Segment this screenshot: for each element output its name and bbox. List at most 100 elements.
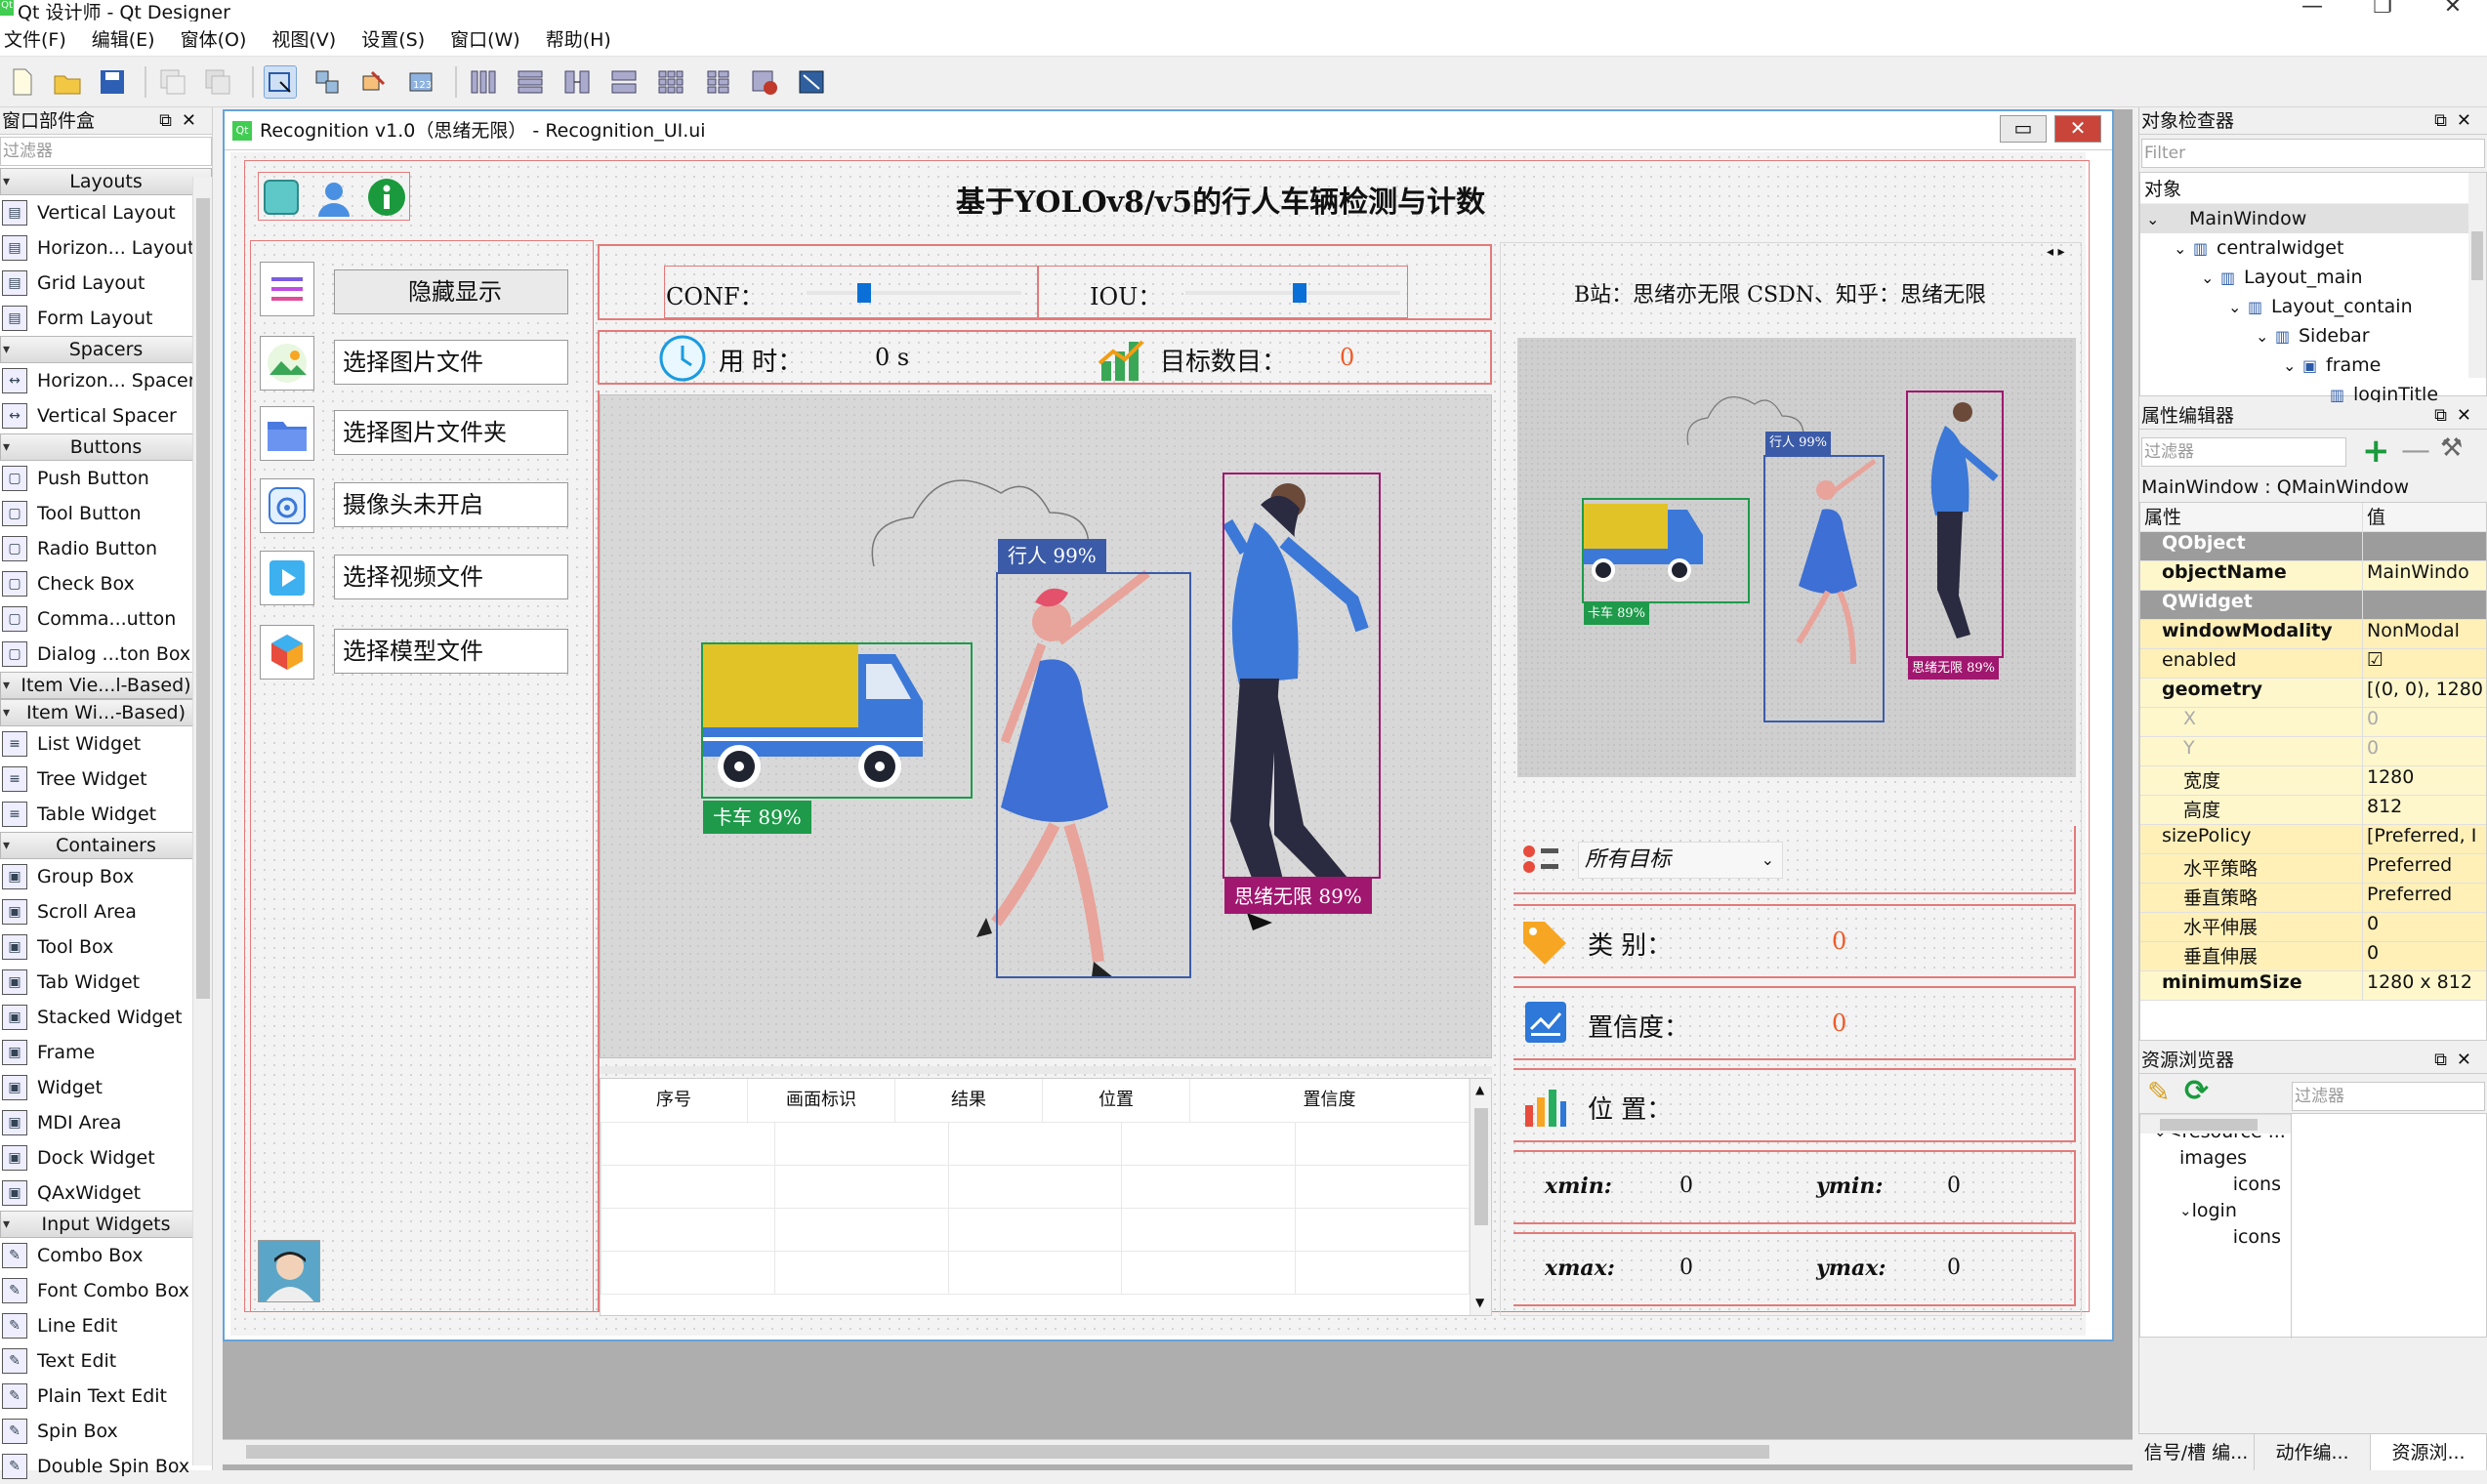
object-tree-item[interactable]: ⌄ ▣ frame [2140,350,2486,380]
widget-item[interactable]: ≡ List Widget [0,726,212,762]
reload-icon[interactable]: ⟳ [2184,1074,2209,1108]
widget-item[interactable]: ✎ Combo Box [0,1238,212,1273]
remove-property-icon[interactable]: — [2401,433,2430,468]
widget-item[interactable]: ≡ Table Widget [0,797,212,832]
dock-float-close-icon[interactable]: ⧉✕ [159,107,206,135]
edit-widgets-icon[interactable] [264,65,297,99]
object-tree-item[interactable]: ⌄ ▥ Sidebar [2140,321,2486,350]
widget-filter-input[interactable]: 过滤器 [0,137,212,166]
conf-slider-handle[interactable] [857,283,871,303]
tab-order-icon[interactable]: 123 [404,65,437,99]
object-filter-input[interactable]: Filter [2141,139,2485,168]
widget-item[interactable]: ▣ Stacked Widget [0,1000,212,1035]
copy-icon[interactable] [156,65,189,99]
widget-item[interactable]: ↔ Horizon... Spacer [0,363,212,398]
conf-slider-track[interactable] [807,291,1021,295]
chevron-down-icon[interactable]: ⌄ [2283,356,2302,375]
adjust-size-icon[interactable] [795,65,828,99]
widget-item[interactable]: ▤ Horizon... Layout [0,230,212,266]
property-value[interactable] [2363,591,2486,619]
object-tree-item[interactable]: ⌄ ▥ centralwidget [2140,233,2486,263]
property-value[interactable]: 812 [2363,796,2486,824]
table-header-cell[interactable]: 置信度 [1190,1079,1470,1122]
break-layout-icon[interactable] [748,65,781,99]
camera-icon[interactable] [260,478,314,533]
maximize-icon[interactable]: ❐ [2363,0,2402,19]
property-value[interactable]: 0 [2363,913,2486,941]
open-folder-icon[interactable] [51,65,84,99]
results-table[interactable]: 序号 画面标识 结果 位置 置信度 ▲ ▼ [600,1078,1492,1316]
resource-h-scrollbar[interactable] [2140,1114,2291,1134]
edit-signals-icon[interactable] [311,65,344,99]
folder-icon[interactable] [260,406,314,461]
property-row[interactable]: 高度 812 [2140,796,2486,825]
chevron-down-icon[interactable]: ⌄ [2174,239,2193,258]
property-value[interactable]: [(0, 0), 1280 [2363,679,2486,707]
widget-item[interactable]: ▢ Push Button [0,461,212,496]
form-close-icon[interactable]: ✕ [2054,115,2101,143]
object-tree[interactable]: 对象 ⌄ MainWindow ⌄ ▥ centralwidget ⌄ ▥ Layout_ma… [2139,172,2487,429]
image-icon[interactable] [260,336,314,391]
edit-resources-icon[interactable]: ✎ [2147,1076,2170,1108]
layout-horizontal-icon[interactable] [467,65,500,99]
property-table[interactable]: 属性值 QObject objectName MainWindo QWidget win… [2139,502,2487,1041]
menu-view[interactable]: 视图(V) [268,25,344,52]
chevron-down-icon[interactable]: ⌄ [2256,327,2275,346]
menu-window[interactable]: 窗口(W) [446,25,528,52]
chevron-down-icon[interactable]: ⌄ [2179,1202,2192,1219]
property-row[interactable]: minimumSize 1280 x 812 [2140,971,2486,1001]
configure-icon[interactable]: ⚒ [2440,433,2463,463]
panel-arrows-icon[interactable]: ◂ ▸ [2047,244,2065,260]
widget-item[interactable]: ▢ Radio Button [0,531,212,566]
widget-item[interactable]: ≡ Tree Widget [0,762,212,797]
new-file-icon[interactable] [6,65,39,99]
tab-action-editor[interactable]: 动作编... [2255,1434,2371,1470]
widget-item[interactable]: ▣ Scroll Area [0,894,212,929]
add-property-icon[interactable]: + [2362,432,2390,471]
widget-category[interactable]: Layouts [0,168,212,195]
widget-item[interactable]: ✎ Font Combo Box [0,1273,212,1308]
tab-signal-slot-editor[interactable]: 信号/槽 编... [2138,1434,2255,1470]
results-table-scrollbar[interactable]: ▲ ▼ [1470,1079,1491,1315]
object-tree-item[interactable]: ⌄ ▥ Layout_contain [2140,292,2486,321]
property-row[interactable]: geometry [(0, 0), 1280 [2140,679,2486,708]
property-row[interactable]: 水平伸展 0 [2140,913,2486,942]
mdi-h-scrollbar[interactable] [223,1439,2133,1464]
property-row[interactable]: 宽度 1280 [2140,766,2486,796]
sidebar-button[interactable]: 隐藏显示 [334,269,568,314]
widget-item[interactable]: ▣ QAxWidget [0,1175,212,1211]
property-row[interactable]: windowModality NonModal [2140,620,2486,649]
widget-category[interactable]: Item Wi...-Based) [0,699,212,726]
sidebar-button[interactable]: 选择图片文件 [334,340,568,385]
object-tree-item[interactable]: ⌄ ▥ Layout_main [2140,263,2486,292]
sidebar-button[interactable]: 选择模型文件 [334,629,568,674]
resource-tree[interactable]: ⌄ <resource ...imagesicons⌄ loginicons [2140,1118,2291,1250]
property-value[interactable]: MainWindo [2363,561,2486,590]
property-row[interactable]: objectName MainWindo [2140,561,2486,591]
widget-category[interactable]: Containers [0,832,212,859]
widget-item[interactable]: ▣ Tool Box [0,929,212,965]
tab-resource-browser[interactable]: 资源浏... [2371,1434,2487,1470]
widget-item[interactable]: ▣ Frame [0,1035,212,1070]
minimize-icon[interactable]: — [2293,0,2332,19]
resource-tree-item[interactable]: icons [2140,1223,2291,1250]
layout-vertical-icon[interactable] [514,65,547,99]
sidebar-button[interactable]: 选择图片文件夹 [334,410,568,455]
user-icon[interactable] [314,178,353,217]
widget-item[interactable]: ▢ Tool Button [0,496,212,531]
object-tree-scrollbar[interactable] [2468,173,2486,378]
widget-item[interactable]: ↔ Vertical Spacer [0,398,212,433]
layout-form-icon[interactable] [701,65,734,99]
resource-tree-item[interactable]: images [2140,1144,2291,1171]
widget-category[interactable]: Spacers [0,336,212,363]
property-row[interactable]: sizePolicy [Preferred, I [2140,825,2486,854]
menu-settings[interactable]: 设置(S) [357,25,433,52]
chevron-down-icon[interactable]: ⌄ [2228,298,2248,316]
property-row[interactable]: enabled ☑ [2140,649,2486,679]
widget-category[interactable]: Input Widgets [0,1211,212,1238]
close-icon[interactable]: ✕ [2433,0,2472,19]
dock-float-close-icon[interactable]: ⧉✕ [2434,107,2481,135]
property-value[interactable]: 0 [2363,942,2486,970]
resource-tree-item[interactable]: icons [2140,1171,2291,1197]
property-value[interactable]: Preferred [2363,884,2486,912]
